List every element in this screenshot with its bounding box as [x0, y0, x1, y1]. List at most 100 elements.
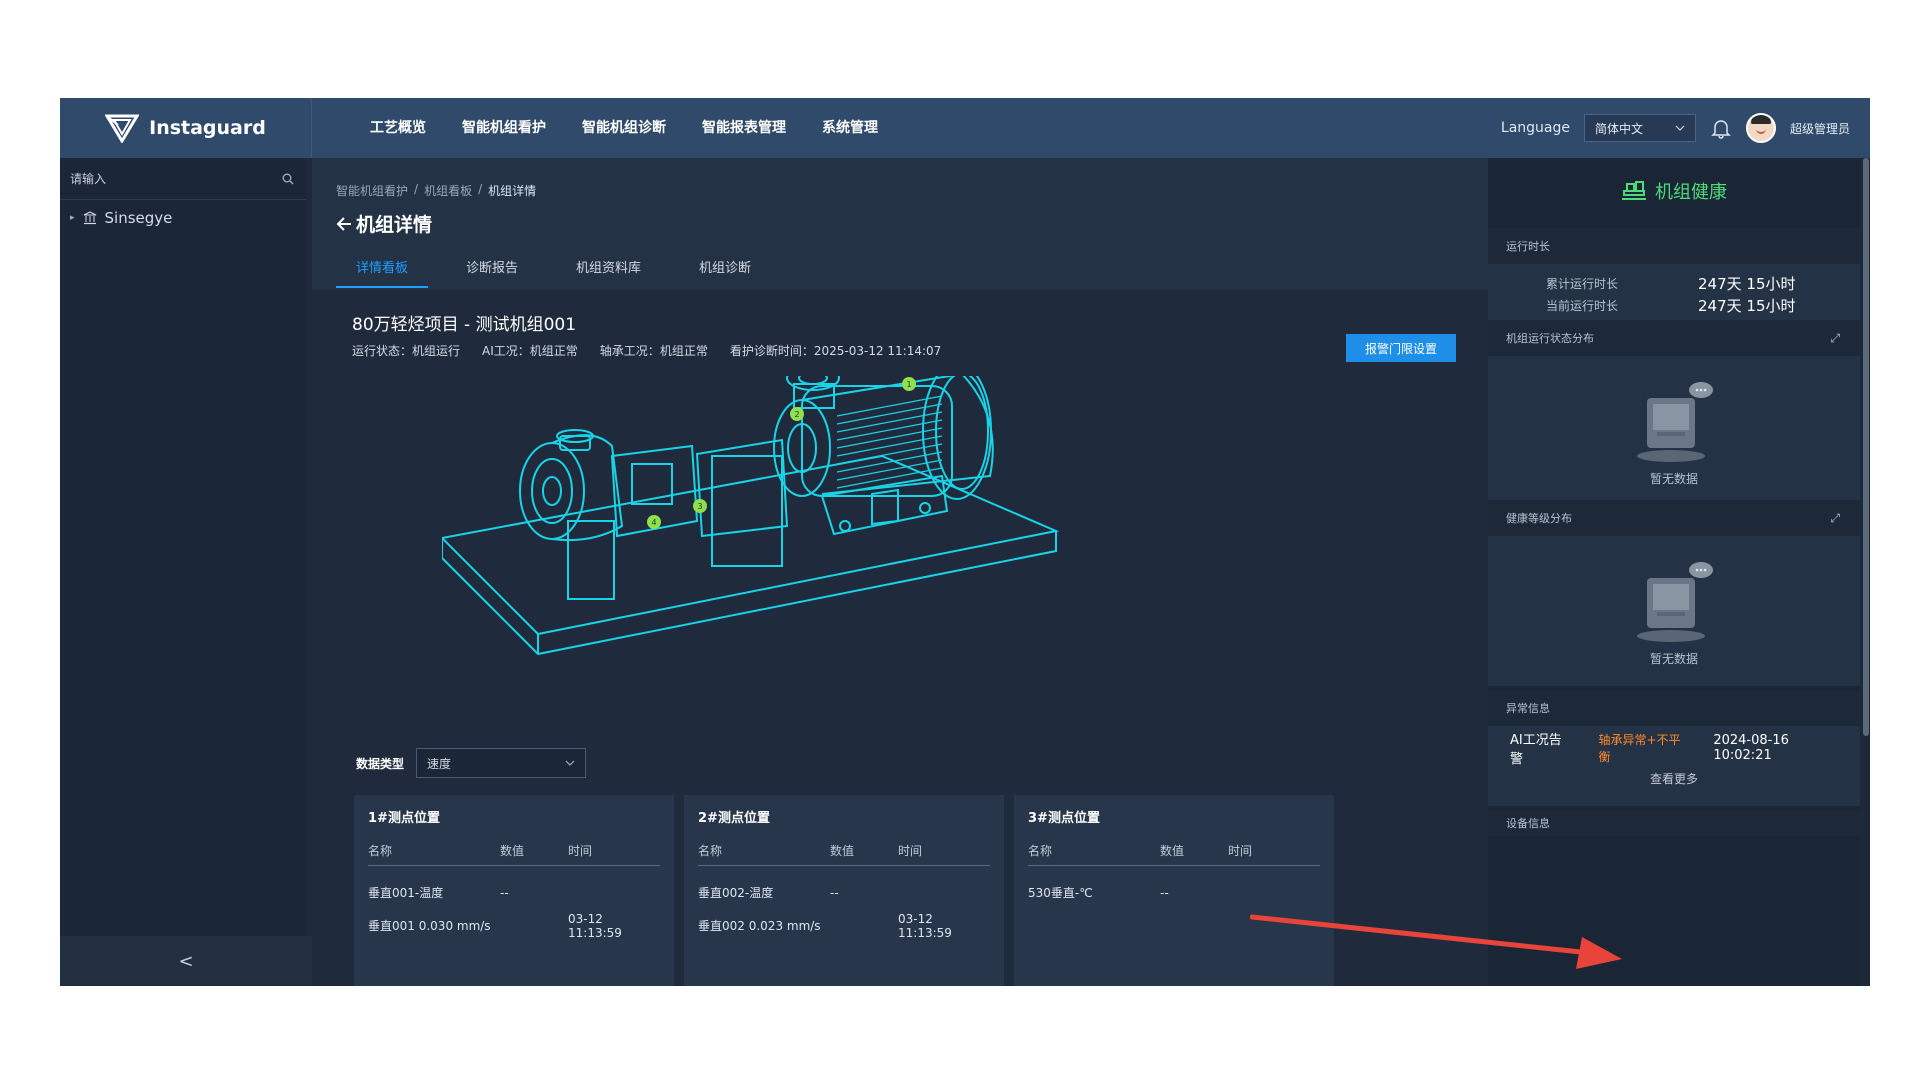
breadcrumb: 智能机组看护 / 机组看板 / 机组详情	[336, 182, 537, 199]
search-icon[interactable]	[282, 173, 294, 185]
runtime-section: 累计运行时长 247天 15小时 当前运行时长 247天 15小时	[1488, 264, 1860, 320]
scrollbar-thumb[interactable]	[1863, 158, 1869, 736]
left-sidebar: 请输入 ▸ Sinsegye <	[60, 158, 312, 986]
anomaly-source: AI工况告警	[1510, 733, 1562, 767]
expand-icon[interactable]: ⤢	[1830, 511, 1840, 526]
tree-item-label: Sinsegye	[104, 209, 173, 227]
language-select[interactable]: 简体中文	[1583, 114, 1696, 142]
card-header: 名称 数值 时间	[368, 842, 660, 866]
runtime-current: 当前运行时长 247天 15小时	[1545, 296, 1796, 315]
card-title: 1#测点位置	[368, 811, 440, 826]
main-content: 智能机组看护 / 机组看板 / 机组详情 机组详情 详情看板 诊断报告 机组资料…	[312, 158, 1488, 986]
anomaly-time: 2024-08-16 10:02:21	[1713, 733, 1789, 763]
runtime-section-header: 运行时长	[1488, 228, 1860, 264]
empty-state: 暂无数据	[1488, 550, 1860, 667]
app-window: Instaguard 工艺概览 智能机组看护 智能机组诊断 智能报表管理 系统管…	[60, 98, 1870, 986]
health-distribution-panel: 暂无数据	[1488, 536, 1860, 686]
header-tools: Language 简体中文 超级管理员	[1501, 98, 1850, 158]
status-diagnosis-time: 看护诊断时间：2025-03-12 11:14:07	[729, 344, 942, 358]
detail-board: 80万轻烃项目 - 测试机组001 运行状态：机组运行 AI工况：机组正常 轴承…	[312, 290, 1488, 986]
detail-tabs: 详情看板 诊断报告 机组资料库 机组诊断	[336, 250, 789, 288]
empty-data-icon	[1637, 562, 1713, 642]
bell-icon[interactable]	[1710, 117, 1732, 139]
nav-item-system-management[interactable]: 系统管理	[804, 98, 896, 158]
chevron-down-icon	[1675, 125, 1685, 131]
caret-right-icon[interactable]: ▸	[70, 213, 75, 223]
right-panel-scrollbar[interactable]	[1860, 158, 1870, 986]
language-value: 简体中文	[1594, 121, 1643, 136]
empty-text: 暂无数据	[1649, 472, 1698, 486]
view-more-link[interactable]: 查看更多	[1488, 770, 1860, 787]
brand-logo[interactable]: Instaguard	[60, 98, 312, 158]
status-ai: AI工况：机组正常	[482, 344, 578, 358]
tab-diagnosis-report[interactable]: 诊断报告	[446, 250, 538, 288]
empty-data-icon	[1637, 382, 1713, 462]
card-row: 垂直002-温度 --	[698, 885, 839, 901]
sensor-marker-1[interactable]: 1	[906, 380, 911, 389]
card-row: 垂直001 0.030 mm/s 03-12 11:13:59	[368, 911, 622, 940]
state-distribution-panel: 暂无数据	[1488, 356, 1860, 500]
status-line: 运行状态：机组运行 AI工况：机组正常 轴承工况：机组正常 看护诊断时间：202…	[352, 342, 941, 359]
nav-item-report-management[interactable]: 智能报表管理	[684, 98, 804, 158]
measurement-card-3: 3#测点位置 名称 数值 时间 530垂直-℃ --	[1014, 795, 1334, 986]
top-navigation-bar: Instaguard 工艺概览 智能机组看护 智能机组诊断 智能报表管理 系统管…	[60, 98, 1870, 158]
page-title-text: 机组详情	[356, 214, 433, 236]
tree-search[interactable]: 请输入	[60, 158, 306, 200]
card-title: 2#测点位置	[698, 811, 770, 826]
nav-item-process-overview[interactable]: 工艺概览	[352, 98, 444, 158]
card-header: 名称 数值 时间	[698, 842, 990, 866]
breadcrumb-item-unit-board[interactable]: 机组看板	[424, 182, 472, 199]
card-row: 垂直002 0.023 mm/s 03-12 11:13:59	[698, 911, 952, 940]
runtime-total: 累计运行时长 247天 15小时	[1545, 274, 1796, 293]
right-panel: 机组健康 运行时长 累计运行时长 247天 15小时 当前运行时长 247天 1…	[1488, 158, 1860, 986]
card-title: 3#测点位置	[1028, 811, 1100, 826]
user-avatar[interactable]	[1745, 113, 1776, 143]
measurement-cards: 1#测点位置 名称 数值 时间 垂直001-温度 -- 垂直001 0.030 m…	[354, 795, 1334, 986]
instaguard-logo-icon	[105, 114, 140, 143]
nav-item-unit-diagnosis[interactable]: 智能机组诊断	[564, 98, 684, 158]
device-info-header: 设备信息	[1488, 810, 1860, 836]
alarm-threshold-button[interactable]: 报警门限设置	[1346, 334, 1456, 362]
status-bearing: 轴承工况：机组正常	[599, 344, 708, 358]
brand-name: Instaguard	[149, 117, 266, 139]
tab-unit-diagnosis[interactable]: 机组诊断	[679, 250, 771, 288]
tab-detail-board[interactable]: 详情看板	[336, 250, 429, 288]
card-row: 垂直001-温度 --	[368, 885, 509, 901]
tab-unit-library[interactable]: 机组资料库	[556, 250, 661, 288]
breadcrumb-item-unit-care[interactable]: 智能机组看护	[336, 182, 408, 199]
unit-title: 80万轻烃项目 - 测试机组001	[352, 315, 577, 335]
expand-icon[interactable]: ⤢	[1830, 331, 1840, 346]
card-header: 名称 数值 时间	[1028, 842, 1320, 866]
sensor-marker-4[interactable]: 4	[651, 518, 656, 527]
back-arrow-icon[interactable]	[336, 216, 352, 232]
breadcrumb-item-current: 机组详情	[488, 184, 537, 198]
sensor-marker-3[interactable]: 3	[697, 502, 702, 511]
anomaly-panel: AI工况告警 轴承异常+不平衡 2024-08-16 10:02:21 查看更多	[1488, 726, 1860, 806]
sidebar-collapse-button[interactable]: <	[60, 936, 312, 986]
main-nav: 工艺概览 智能机组看护 智能机组诊断 智能报表管理 系统管理	[352, 98, 896, 158]
health-distribution-header: 健康等级分布 ⤢	[1488, 500, 1860, 536]
nav-item-unit-care[interactable]: 智能机组看护	[444, 98, 564, 158]
language-label: Language	[1500, 120, 1570, 136]
pump-unit-icon	[1622, 181, 1646, 200]
bank-icon	[83, 211, 96, 225]
sensor-marker-2[interactable]: 2	[794, 410, 799, 419]
data-type-select[interactable]: 速度	[416, 748, 587, 778]
state-distribution-header: 机组运行状态分布 ⤢	[1488, 320, 1860, 356]
tree-item-sinsegye[interactable]: ▸ Sinsegye	[60, 200, 306, 236]
anomaly-type: 轴承异常+不平衡	[1598, 733, 1681, 764]
pump-wireframe-illustration: 1 2 3 4	[442, 376, 1060, 656]
search-input[interactable]: 请输入	[70, 170, 106, 187]
empty-state: 暂无数据	[1488, 370, 1860, 487]
user-name[interactable]: 超级管理员	[1790, 120, 1850, 137]
data-type-value: 速度	[427, 756, 452, 771]
data-type-filter: 数据类型 速度	[356, 748, 587, 778]
anomaly-row[interactable]: AI工况告警 轴承异常+不平衡 2024-08-16 10:02:21	[1488, 726, 1860, 770]
data-type-label: 数据类型	[356, 756, 405, 771]
chevron-down-icon	[565, 760, 575, 766]
measurement-card-2: 2#测点位置 名称 数值 时间 垂直002-温度 -- 垂直002 0.023 m…	[684, 795, 1004, 986]
status-run: 运行状态：机组运行	[352, 344, 461, 358]
health-title-text: 机组健康	[1655, 182, 1727, 203]
anomaly-section-header: 异常信息	[1488, 690, 1860, 726]
page-title: 机组详情	[336, 210, 432, 237]
